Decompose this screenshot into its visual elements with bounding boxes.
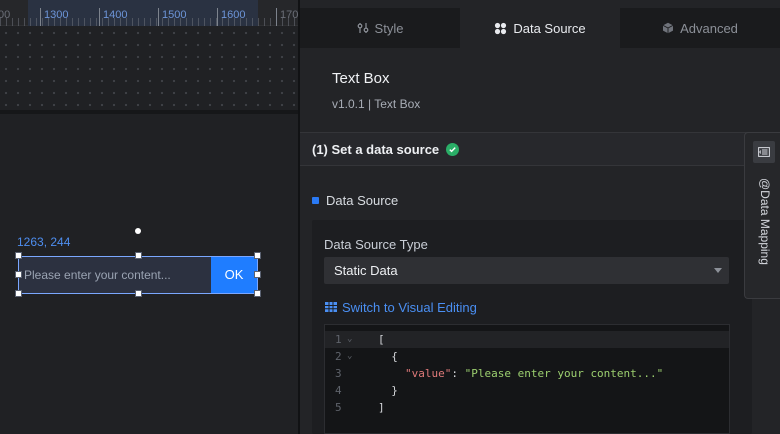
rotate-handle[interactable] — [135, 228, 141, 234]
resize-handle-top-left[interactable] — [15, 252, 22, 259]
code-line: 5 ] — [325, 399, 729, 416]
resize-handle-top[interactable] — [135, 252, 142, 259]
data-mapping-side-tab[interactable]: @Data Mapping — [744, 132, 780, 299]
horizontal-ruler: 00 1300 1400 1500 1600 170 — [0, 0, 299, 26]
config-panel: Style Data Source Advanced Text Box v1.0… — [300, 0, 780, 434]
canvas-grid — [0, 27, 299, 110]
square-bullet-icon — [312, 197, 319, 204]
ruler-major-tick — [99, 8, 100, 26]
panel-tabs: Style Data Source Advanced — [300, 8, 780, 48]
tab-advanced[interactable]: Advanced — [620, 8, 780, 48]
line-number: 1 — [335, 333, 342, 346]
tab-style-label: Style — [374, 20, 404, 36]
line-number: 3 — [335, 367, 342, 380]
collapse-panel-icon[interactable] — [753, 141, 775, 163]
check-circle-icon — [446, 142, 460, 156]
cube-icon — [662, 22, 674, 34]
code-text: [ — [378, 333, 385, 346]
text-box-widget[interactable]: Please enter your content... OK — [18, 256, 258, 294]
data-source-type-label: Data Source Type — [324, 237, 428, 252]
code-text: { — [378, 350, 398, 363]
code-text: ] — [378, 401, 385, 414]
data-source-card: Data Source Type Static Data Switch to V… — [312, 220, 752, 434]
data-source-type-select[interactable]: Static Data — [324, 257, 729, 284]
code-line: 3 "value": "Please enter your content...… — [325, 365, 729, 382]
line-number: 5 — [335, 401, 342, 414]
ruler-label: 1300 — [44, 9, 69, 21]
ruler-major-tick — [276, 8, 277, 26]
line-number: 4 — [335, 384, 342, 397]
code-line: 4 } — [325, 382, 729, 399]
code-text: "value": "Please enter your content..." — [405, 365, 663, 382]
fold-arrow-icon[interactable]: ⌄ — [347, 348, 352, 365]
resize-handle-left[interactable] — [15, 271, 22, 278]
code-line: 1 ⌄ [ — [325, 331, 729, 348]
resize-handle-bottom-right[interactable] — [254, 290, 261, 297]
resize-handle-bottom-left[interactable] — [15, 290, 22, 297]
position-readout: 1263, 244 — [17, 235, 71, 249]
data-source-heading: Data Source — [312, 193, 398, 208]
code-text: } — [378, 384, 398, 397]
json-separator: : — [451, 367, 465, 380]
line-number: 2 — [335, 350, 342, 363]
tab-data-source-label: Data Source — [513, 20, 586, 36]
ruler-major-tick — [158, 8, 159, 26]
design-canvas[interactable]: 00 1300 1400 1500 1600 170 1263, 244 Ple… — [0, 0, 299, 434]
ruler-label: 1400 — [103, 9, 128, 21]
resize-handle-bottom[interactable] — [135, 290, 142, 297]
ruler-label: 1500 — [162, 9, 187, 21]
ruler-label: 1600 — [221, 9, 246, 21]
json-code-editor[interactable]: 1 ⌄ [ 2 ⌄ { 3 "value": "Please enter you… — [324, 324, 730, 434]
caret-down-icon — [714, 268, 722, 273]
data-source-heading-label: Data Source — [326, 193, 399, 208]
widget-text-input[interactable]: Please enter your content... — [19, 257, 211, 293]
data-mapping-label: @Data Mapping — [758, 178, 772, 265]
ruler-label: 00 — [0, 9, 11, 21]
json-value: "Please enter your content..." — [464, 367, 664, 380]
ruler-major-tick — [40, 8, 41, 26]
ruler-major-tick — [217, 8, 218, 26]
fold-arrow-icon[interactable]: ⌄ — [347, 331, 352, 348]
component-version: v1.0.1 | Text Box — [332, 97, 421, 111]
data-source-icon — [494, 22, 507, 35]
style-icon — [357, 22, 369, 34]
section-set-data-source[interactable]: (1) Set a data source — [300, 132, 780, 166]
component-title: Text Box — [332, 70, 390, 87]
section-title: (1) Set a data source — [312, 141, 440, 157]
switch-visual-editing-link[interactable]: Switch to Visual Editing — [325, 300, 477, 315]
json-key: "value" — [405, 367, 452, 380]
ruler-label: 170 — [280, 9, 299, 21]
resize-handle-right[interactable] — [254, 271, 261, 278]
component-header: Text Box v1.0.1 | Text Box — [332, 70, 420, 111]
table-icon — [325, 300, 337, 315]
tab-advanced-label: Advanced — [680, 20, 738, 36]
canvas-separator — [0, 110, 299, 114]
tab-style[interactable]: Style — [300, 8, 460, 48]
tab-data-source[interactable]: Data Source — [460, 8, 620, 48]
data-source-type-value: Static Data — [334, 263, 398, 278]
code-line: 2 ⌄ { — [325, 348, 729, 365]
resize-handle-top-right[interactable] — [254, 252, 261, 259]
widget-ok-button[interactable]: OK — [211, 257, 257, 293]
switch-visual-editing-label: Switch to Visual Editing — [342, 300, 477, 315]
